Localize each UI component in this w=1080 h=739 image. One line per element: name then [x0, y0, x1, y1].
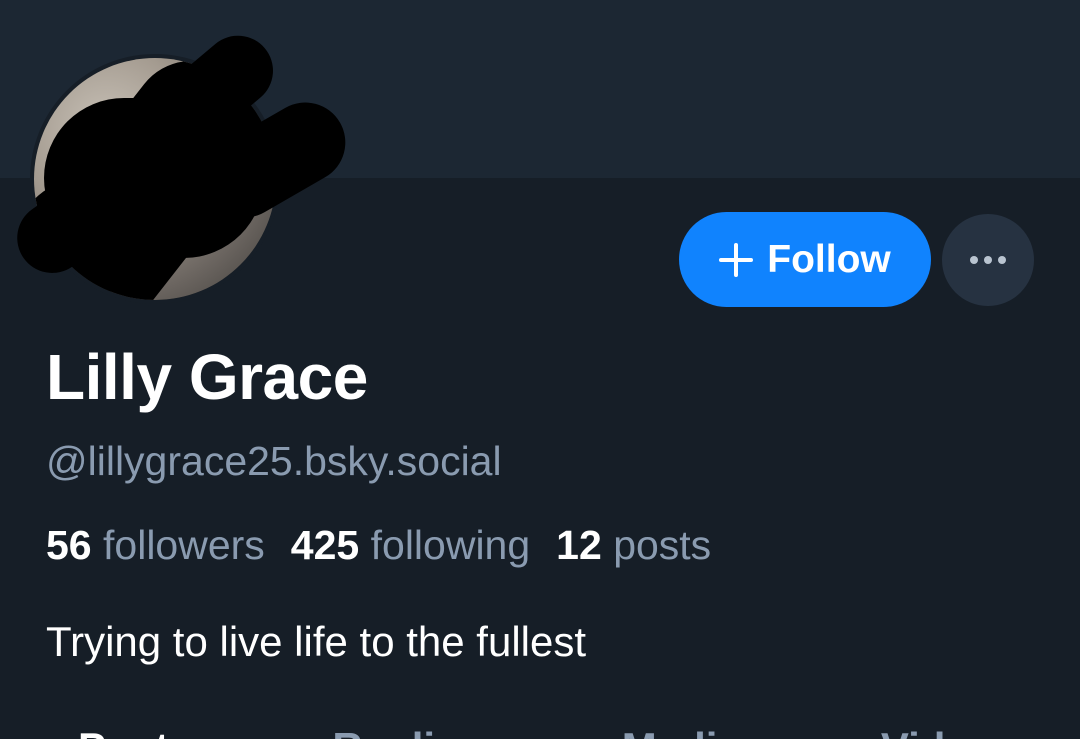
following-stat[interactable]: 425 following	[291, 522, 530, 569]
profile-tabs: Posts Replies Media Videos	[78, 724, 1018, 739]
display-name: Lilly Grace	[46, 341, 368, 413]
profile-handle: @lillygrace25.bsky.social	[46, 438, 502, 484]
posts-label: posts	[613, 522, 712, 568]
tab-replies[interactable]: Replies	[332, 724, 481, 739]
posts-stat: 12 posts	[556, 522, 711, 569]
plus-icon	[719, 242, 754, 277]
tab-media[interactable]: Media	[622, 724, 741, 739]
profile-stats: 56 followers 425 following 12 posts	[46, 522, 711, 569]
followers-label: followers	[103, 522, 265, 568]
following-label: following	[370, 522, 531, 568]
more-options-button[interactable]	[942, 214, 1034, 306]
follow-label: Follow	[767, 237, 891, 281]
followers-count: 56	[46, 522, 92, 568]
profile-bio: Trying to live life to the fullest	[46, 618, 587, 665]
ellipsis-icon	[970, 256, 1006, 264]
tab-posts[interactable]: Posts	[78, 724, 192, 739]
tab-videos[interactable]: Videos	[881, 724, 1018, 739]
following-count: 425	[290, 522, 360, 568]
posts-count: 12	[556, 522, 602, 568]
profile-page: Follow Lilly Grace @lillygrace25.bsky.so…	[0, 0, 1080, 739]
followers-stat[interactable]: 56 followers	[46, 522, 265, 569]
follow-button[interactable]: Follow	[679, 212, 931, 307]
